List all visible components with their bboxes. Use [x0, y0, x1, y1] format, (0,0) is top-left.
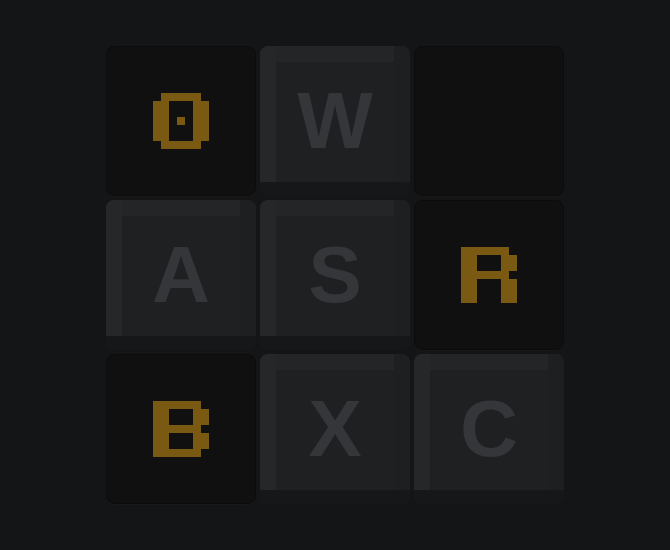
key-w[interactable]: W	[260, 46, 410, 196]
key-label: W	[297, 76, 373, 165]
key-s[interactable]: S	[260, 200, 410, 350]
key-label: X	[308, 384, 362, 473]
key-pixel-b[interactable]	[106, 354, 256, 504]
key-label: S	[308, 230, 362, 319]
pixel-o-icon	[153, 93, 209, 149]
pixel-b-icon	[153, 401, 209, 457]
keypad-grid: W A S X C	[106, 46, 564, 504]
key-c[interactable]: C	[414, 354, 564, 504]
key-pixel-r[interactable]	[414, 200, 564, 350]
key-label: C	[460, 384, 518, 473]
key-pixel-o[interactable]	[106, 46, 256, 196]
key-label: A	[152, 230, 210, 319]
key-a[interactable]: A	[106, 200, 256, 350]
pixel-r-icon	[461, 247, 517, 303]
key-x[interactable]: X	[260, 354, 410, 504]
key-blank[interactable]	[414, 46, 564, 196]
